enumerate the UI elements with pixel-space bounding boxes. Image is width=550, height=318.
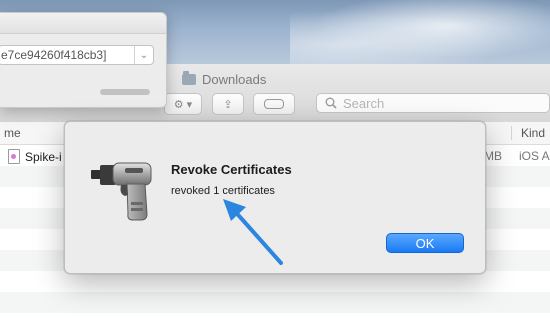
background-window-titlebar (0, 13, 166, 34)
ok-button[interactable]: OK (386, 233, 464, 253)
share-button[interactable]: ⇪ (212, 93, 244, 115)
share-icon: ⇪ (223, 98, 233, 111)
column-separator (511, 126, 512, 140)
identity-select[interactable]: e7ce94260f418cb3] ⌄ (0, 45, 154, 65)
identity-select-value: e7ce94260f418cb3] (1, 48, 107, 62)
file-size: MB (484, 149, 502, 163)
file-name: Spike-i (25, 149, 62, 164)
tag-icon (264, 99, 284, 109)
gear-icon: ⚙ ▾ (173, 98, 193, 111)
search-field[interactable]: Search (316, 93, 550, 113)
search-placeholder: Search (343, 95, 385, 111)
empty-row (0, 271, 550, 292)
search-icon (325, 97, 337, 109)
column-kind-header[interactable]: Kind (521, 126, 545, 140)
action-button[interactable]: ⚙ ▾ (164, 93, 202, 115)
tags-button[interactable] (253, 93, 295, 115)
file-cell: Spike-i (8, 149, 62, 164)
dialog-title: Revoke Certificates (171, 162, 292, 177)
window-title: Downloads (182, 70, 266, 88)
file-icon (8, 149, 20, 164)
empty-row (0, 292, 550, 313)
impact-wrench-icon (91, 162, 152, 221)
background-window: e7ce94260f418cb3] ⌄ (0, 12, 167, 108)
window-title-label: Downloads (202, 71, 267, 87)
column-name-header[interactable]: me (4, 126, 21, 140)
dialog-message: revoked 1 certificates (171, 185, 275, 197)
folder-icon (182, 70, 196, 85)
chevron-down-icon: ⌄ (134, 46, 153, 64)
disabled-button (100, 89, 150, 95)
alert-dialog: Revoke Certificates revoked 1 certificat… (64, 121, 486, 274)
file-kind: iOS A (519, 149, 550, 163)
